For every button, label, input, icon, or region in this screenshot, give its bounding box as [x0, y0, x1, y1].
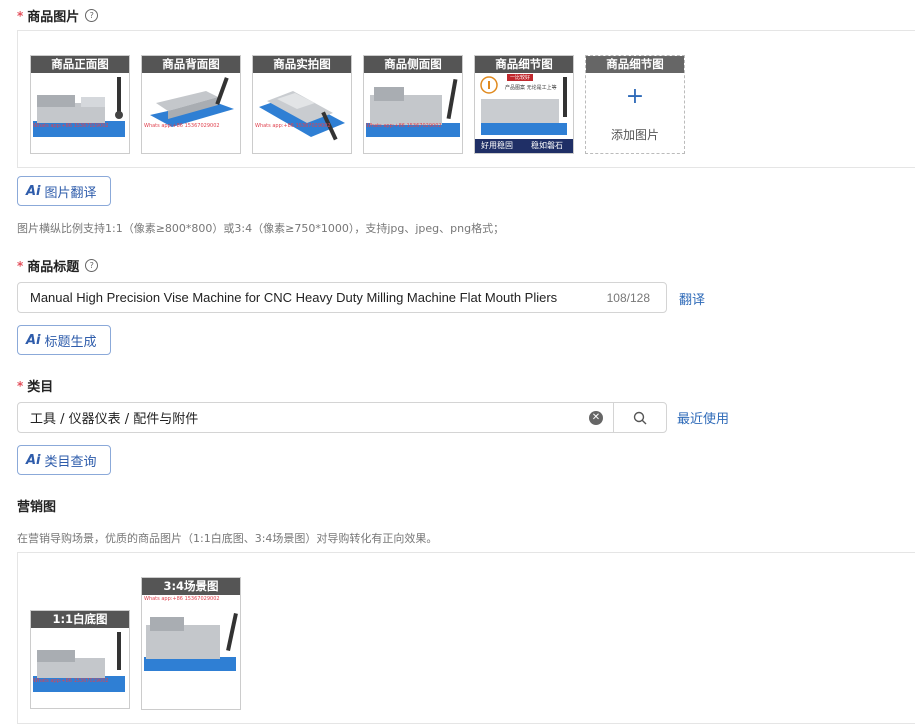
category-select[interactable]: 工具 / 仪器仪表 / 配件与附件 ✕ [17, 402, 667, 433]
image-caption: 商品背面图 [142, 56, 240, 73]
char-counter: 108/128 [606, 290, 650, 305]
watermark-text: Whats app:+86 15367029002 [33, 678, 109, 684]
promo-tag: 一比较好 [507, 74, 534, 81]
ai-icon: Ai [26, 183, 41, 199]
vise-image [144, 612, 238, 671]
ai-icon: Ai [26, 452, 41, 468]
image-caption: 1:1白底图 [31, 611, 129, 628]
question-circle-icon[interactable]: ? [85, 9, 99, 22]
image-caption: 商品侧面图 [364, 56, 462, 73]
vise-image [366, 78, 460, 137]
marketing-hint: 在营销导购场景，优质的商品图片（1:1白底图、3:4场景图）对导购转化有正向效果… [17, 532, 438, 545]
label-text: 商品图片 [27, 10, 80, 25]
category-label: * 类目 [17, 376, 54, 396]
vise-image [150, 77, 234, 127]
button-label: 标题生成 [44, 334, 97, 350]
image-caption: 3:4场景图 [142, 578, 240, 595]
ai-icon: Ai [26, 332, 41, 348]
watermark-text: Whats app:+86 15367029002 [255, 123, 331, 129]
required-mark: * [17, 258, 24, 273]
required-mark: * [17, 378, 24, 393]
watermark-text: Whats app:+86 15367029002 [33, 123, 109, 129]
add-image-button[interactable]: 商品细节图 + 添加图片 [585, 55, 685, 154]
marketing-image-portrait[interactable]: 3:4场景图 Whats app:+86 15367029002 [141, 577, 241, 710]
required-mark: * [17, 8, 24, 23]
title-generate-button[interactable]: Ai 标题生成 [17, 325, 111, 355]
translate-link[interactable]: 翻译 [679, 289, 705, 308]
search-icon [633, 411, 647, 424]
vise-image [33, 632, 125, 692]
category-select-value: 工具 / 仪器仪表 / 配件与附件 [30, 412, 199, 427]
image-caption: 商品细节图 [586, 56, 684, 73]
product-images-label: * 商品图片 ? [17, 6, 99, 25]
button-label: 图片翻译 [44, 185, 97, 201]
recent-use-link[interactable]: 最近使用 [677, 408, 729, 427]
title-input[interactable]: Manual High Precision Vise Machine for C… [17, 282, 667, 313]
image-caption: 商品细节图 [475, 56, 573, 73]
clear-icon[interactable]: ✕ [589, 410, 603, 425]
promo-text: 产品图案 无论是工上等 [505, 85, 557, 91]
title-input-value: Manual High Precision Vise Machine for C… [30, 290, 558, 305]
product-image-back[interactable]: 商品背面图 Whats app:+86 15367029002 [141, 55, 241, 154]
product-image-real[interactable]: 商品实拍图 Whats app:+86 15367029002 [252, 55, 352, 154]
image-caption: 商品正面图 [31, 56, 129, 73]
product-image-detail[interactable]: 商品细节图 一比较好 产品图案 无论是工上等 好用稳固 稳如磐石 [474, 55, 574, 154]
question-circle-icon[interactable]: ? [85, 259, 99, 272]
label-text: 商品标题 [27, 260, 80, 275]
watermark-text: Whats app:+86 15367029002 [144, 123, 220, 129]
image-translate-button[interactable]: Ai 图片翻译 [17, 176, 111, 206]
banner-left-text: 好用稳固 [481, 141, 513, 150]
image-format-hint: 图片横纵比例支持1:1（像素≥800*800）或3:4（像素≥750*1000）… [17, 222, 505, 235]
banner-right-text: 稳如磐石 [531, 141, 563, 150]
label-text: 类目 [27, 380, 54, 395]
vise-image [259, 91, 345, 141]
category-query-button[interactable]: Ai 类目查询 [17, 445, 111, 475]
title-label: * 商品标题 ? [17, 256, 99, 275]
product-image-front[interactable]: 商品正面图 Whats app:+86 15367029002 [30, 55, 130, 154]
add-image-label: 添加图片 [610, 128, 659, 142]
plus-icon: + [625, 84, 645, 109]
marketing-label: 营销图 [17, 500, 57, 515]
product-image-side[interactable]: 商品侧面图 Whats app:+86 15367029002 [363, 55, 463, 154]
marketing-image-square[interactable]: 1:1白底图 Whats app:+86 15367029002 [30, 610, 130, 709]
watermark-text: Whats app:+86 15367029002 [366, 123, 442, 129]
button-label: 类目查询 [44, 454, 97, 470]
search-button[interactable] [613, 403, 666, 432]
vise-image [33, 77, 125, 137]
image-caption: 商品实拍图 [253, 56, 351, 73]
